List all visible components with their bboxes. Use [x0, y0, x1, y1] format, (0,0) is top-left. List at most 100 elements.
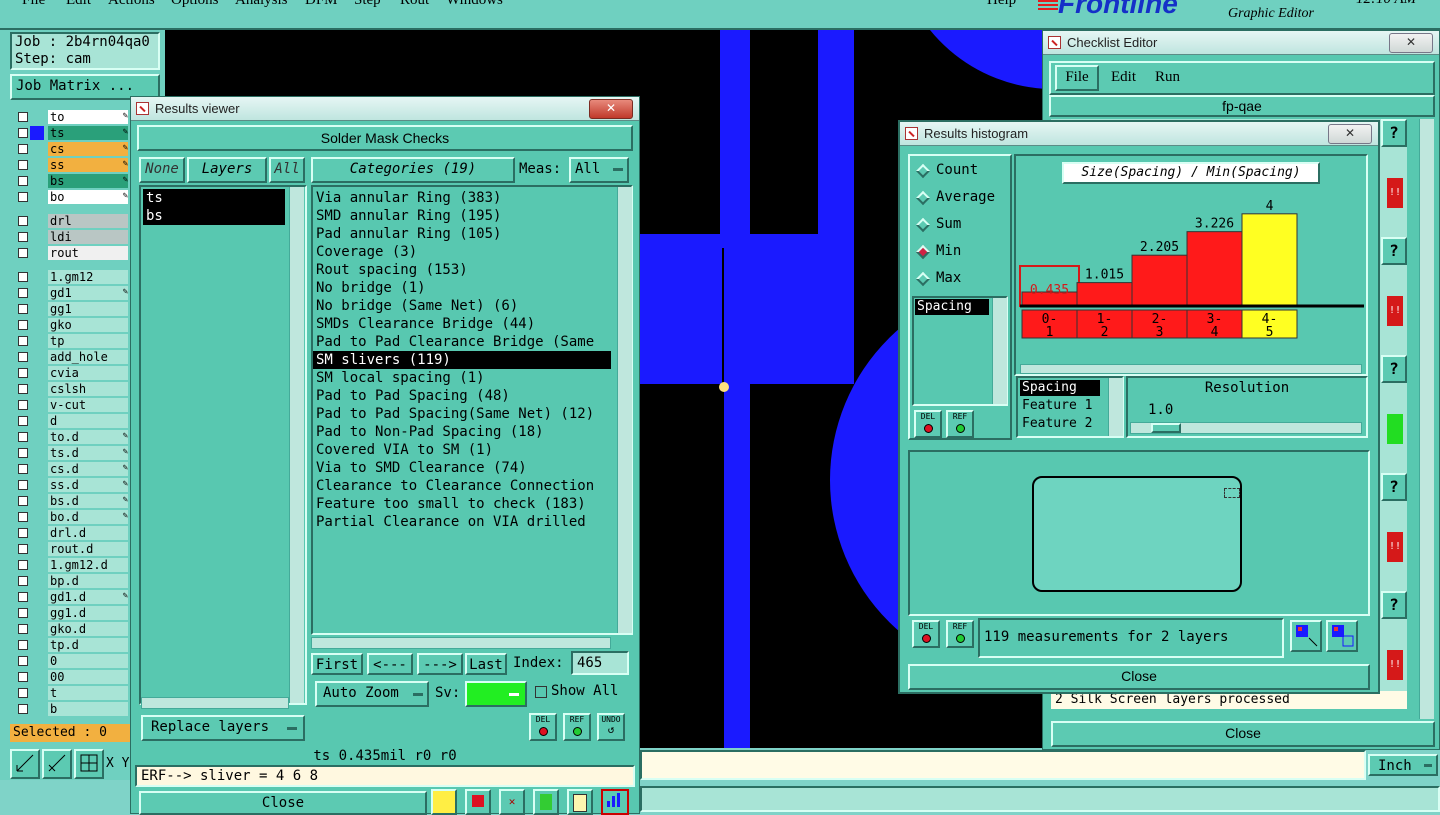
layer-row[interactable]: v-cut [14, 398, 130, 412]
layer-row[interactable]: bs.d ✎ [14, 494, 130, 508]
layer-checkbox[interactable] [18, 416, 28, 426]
layer-row[interactable]: bo.d ✎ [14, 510, 130, 524]
layer-checkbox[interactable] [18, 704, 28, 714]
category-item[interactable]: SMD annular Ring (195) [313, 207, 611, 225]
last-button[interactable]: Last [465, 653, 507, 675]
replace-layers-select[interactable]: Replace layers [141, 715, 305, 741]
option-count[interactable]: Count [914, 160, 1008, 182]
layer-name[interactable]: ss [48, 158, 128, 172]
results-viewer-titlebar[interactable]: Results viewer ✕ [131, 97, 639, 121]
layer-checkbox[interactable] [18, 608, 28, 618]
option-average[interactable]: Average [914, 187, 1008, 209]
layer-checkbox[interactable] [18, 512, 28, 522]
layer-name[interactable]: gko [48, 318, 128, 332]
question-icon[interactable]: ? [1381, 473, 1407, 503]
ref-button[interactable]: REF [563, 713, 591, 741]
layer-checkbox[interactable] [18, 464, 28, 474]
categories-hscrollbar[interactable] [311, 637, 611, 649]
close-icon[interactable]: ✕ [1389, 33, 1433, 53]
mark-icon[interactable] [465, 789, 491, 815]
first-button[interactable]: First [311, 653, 363, 675]
layer-name[interactable]: d [48, 414, 128, 428]
layer-name[interactable]: cslsh [48, 382, 128, 396]
checklist-close-button[interactable]: Close [1051, 721, 1435, 747]
layer-checkbox[interactable] [18, 248, 28, 258]
radio-icon[interactable] [915, 244, 931, 260]
hist-del-button-2[interactable]: DEL [912, 620, 940, 648]
layer-name[interactable]: cs [48, 142, 128, 156]
layer-checkbox[interactable] [18, 368, 28, 378]
del-button[interactable]: DEL [529, 713, 557, 741]
layer-name[interactable]: bs [48, 174, 128, 188]
category-item[interactable]: Clearance to Clearance Connection [313, 477, 611, 495]
layer-checkbox[interactable] [18, 288, 28, 298]
layer-name[interactable]: rout [48, 246, 128, 260]
result-layer-item[interactable]: bs [143, 207, 285, 225]
layer-name[interactable]: gg1.d [48, 606, 128, 620]
meas-select[interactable]: All [569, 157, 629, 183]
question-icon[interactable]: ? [1381, 355, 1407, 385]
slider-thumb[interactable] [1151, 423, 1181, 433]
layer-checkbox[interactable] [18, 656, 28, 666]
show-all-checkbox[interactable] [535, 686, 547, 698]
layer-checkbox[interactable] [18, 448, 28, 458]
layer-name[interactable]: gg1 [48, 302, 128, 316]
resolution-slider[interactable] [1130, 422, 1362, 434]
layer-checkbox[interactable] [18, 400, 28, 410]
layer-row[interactable]: 1.gm12.d [14, 558, 130, 572]
layer-name[interactable]: cvia [48, 366, 128, 380]
layer-name[interactable]: tp.d [48, 638, 128, 652]
zoom-tool-icon[interactable] [10, 749, 40, 779]
menu-step[interactable]: Step [354, 0, 381, 9]
layer-checkbox[interactable] [18, 176, 28, 186]
result-layer-item[interactable]: ts [143, 189, 285, 207]
report-icon[interactable] [567, 789, 593, 815]
zoom-select-icon[interactable] [1326, 620, 1358, 652]
index-input[interactable]: 465 [571, 651, 629, 675]
layer-name[interactable]: drl [48, 214, 128, 228]
radio-icon[interactable] [915, 163, 931, 179]
layer-name[interactable]: 1.gm12.d [48, 558, 128, 572]
category-item[interactable]: SM slivers (119) [313, 351, 611, 369]
layer-row[interactable]: bs ✎ [14, 174, 130, 188]
layer-checkbox[interactable] [18, 144, 28, 154]
layer-checkbox[interactable] [18, 432, 28, 442]
histogram-close-button[interactable]: Close [908, 664, 1370, 690]
layer-checkbox[interactable] [18, 112, 28, 122]
layer-row[interactable]: ss ✎ [14, 158, 130, 172]
layer-row[interactable]: gg1 [14, 302, 130, 316]
categories-button[interactable]: Categories (19) [311, 157, 515, 183]
category-item[interactable]: Rout spacing (153) [313, 261, 611, 279]
layer-checkbox[interactable] [18, 192, 28, 202]
layer-name[interactable]: bo.d [48, 510, 128, 524]
layer-checkbox[interactable] [18, 576, 28, 586]
radio-icon[interactable] [915, 190, 931, 206]
menu-rout[interactable]: Rout [400, 0, 429, 9]
layer-name[interactable]: v-cut [48, 398, 128, 412]
layer-row[interactable]: gko.d [14, 622, 130, 636]
feature-item[interactable]: Feature 1 [1020, 398, 1108, 414]
feature-scrollbar[interactable] [1108, 378, 1123, 436]
option-min[interactable]: Min [914, 241, 1008, 263]
layer-checkbox[interactable] [18, 216, 28, 226]
layer-checkbox[interactable] [18, 480, 28, 490]
layer-row[interactable]: gko [14, 318, 130, 332]
ruler-icon[interactable] [533, 789, 559, 815]
layer-row[interactable]: cs ✎ [14, 142, 130, 156]
sv-color-select[interactable] [465, 681, 527, 707]
layer-name[interactable]: t [48, 686, 128, 700]
layer-row[interactable]: gd1 ✎ [14, 286, 130, 300]
question-icon[interactable]: ? [1381, 591, 1407, 621]
layer-checkbox[interactable] [18, 640, 28, 650]
layer-row[interactable]: b [14, 702, 130, 716]
checklist-menu-file[interactable]: File [1055, 65, 1099, 91]
layer-name[interactable]: cs.d [48, 462, 128, 476]
zoom-fit-icon[interactable] [1290, 620, 1322, 652]
categories-scrollbar[interactable] [617, 187, 632, 633]
results-viewer-close-button[interactable]: Close [139, 791, 427, 815]
layer-checkbox[interactable] [18, 336, 28, 346]
layer-row[interactable]: to.d ✎ [14, 430, 130, 444]
layer-checkbox[interactable] [18, 128, 28, 138]
checklist-menu-run[interactable]: Run [1155, 69, 1180, 86]
layer-row[interactable]: 0 [14, 654, 130, 668]
